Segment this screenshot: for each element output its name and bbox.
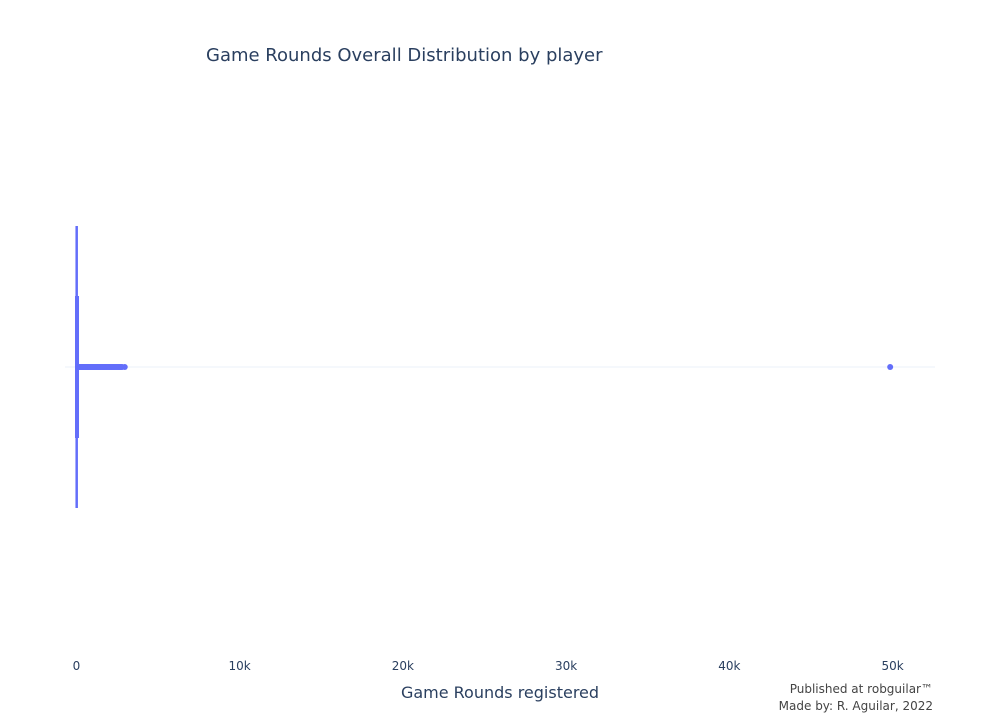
chart-title: Game Rounds Overall Distribution by play… bbox=[206, 45, 603, 66]
box-plot-chart: Game Rounds Overall Distribution by play… bbox=[65, 45, 935, 702]
x-tick-label: 50k bbox=[881, 659, 903, 673]
attribution-footer: Published at robguilar™ Made by: R. Agui… bbox=[779, 681, 933, 715]
author-note: Made by: R. Aguilar, 2022 bbox=[778, 699, 933, 713]
x-tick-label: 0 bbox=[73, 659, 81, 673]
x-tick-label: 20k bbox=[392, 659, 414, 673]
x-axis-title: Game Rounds registered bbox=[401, 683, 599, 702]
published-note: Published at robguilar™ bbox=[789, 682, 933, 696]
x-tick-label: 10k bbox=[229, 659, 251, 673]
outlier-point bbox=[121, 364, 128, 370]
x-axis-ticks: 0 10k 20k 30k 40k 50k bbox=[73, 659, 904, 673]
x-tick-label: 40k bbox=[718, 659, 740, 673]
outlier-point bbox=[887, 364, 894, 370]
x-tick-label: 30k bbox=[555, 659, 577, 673]
